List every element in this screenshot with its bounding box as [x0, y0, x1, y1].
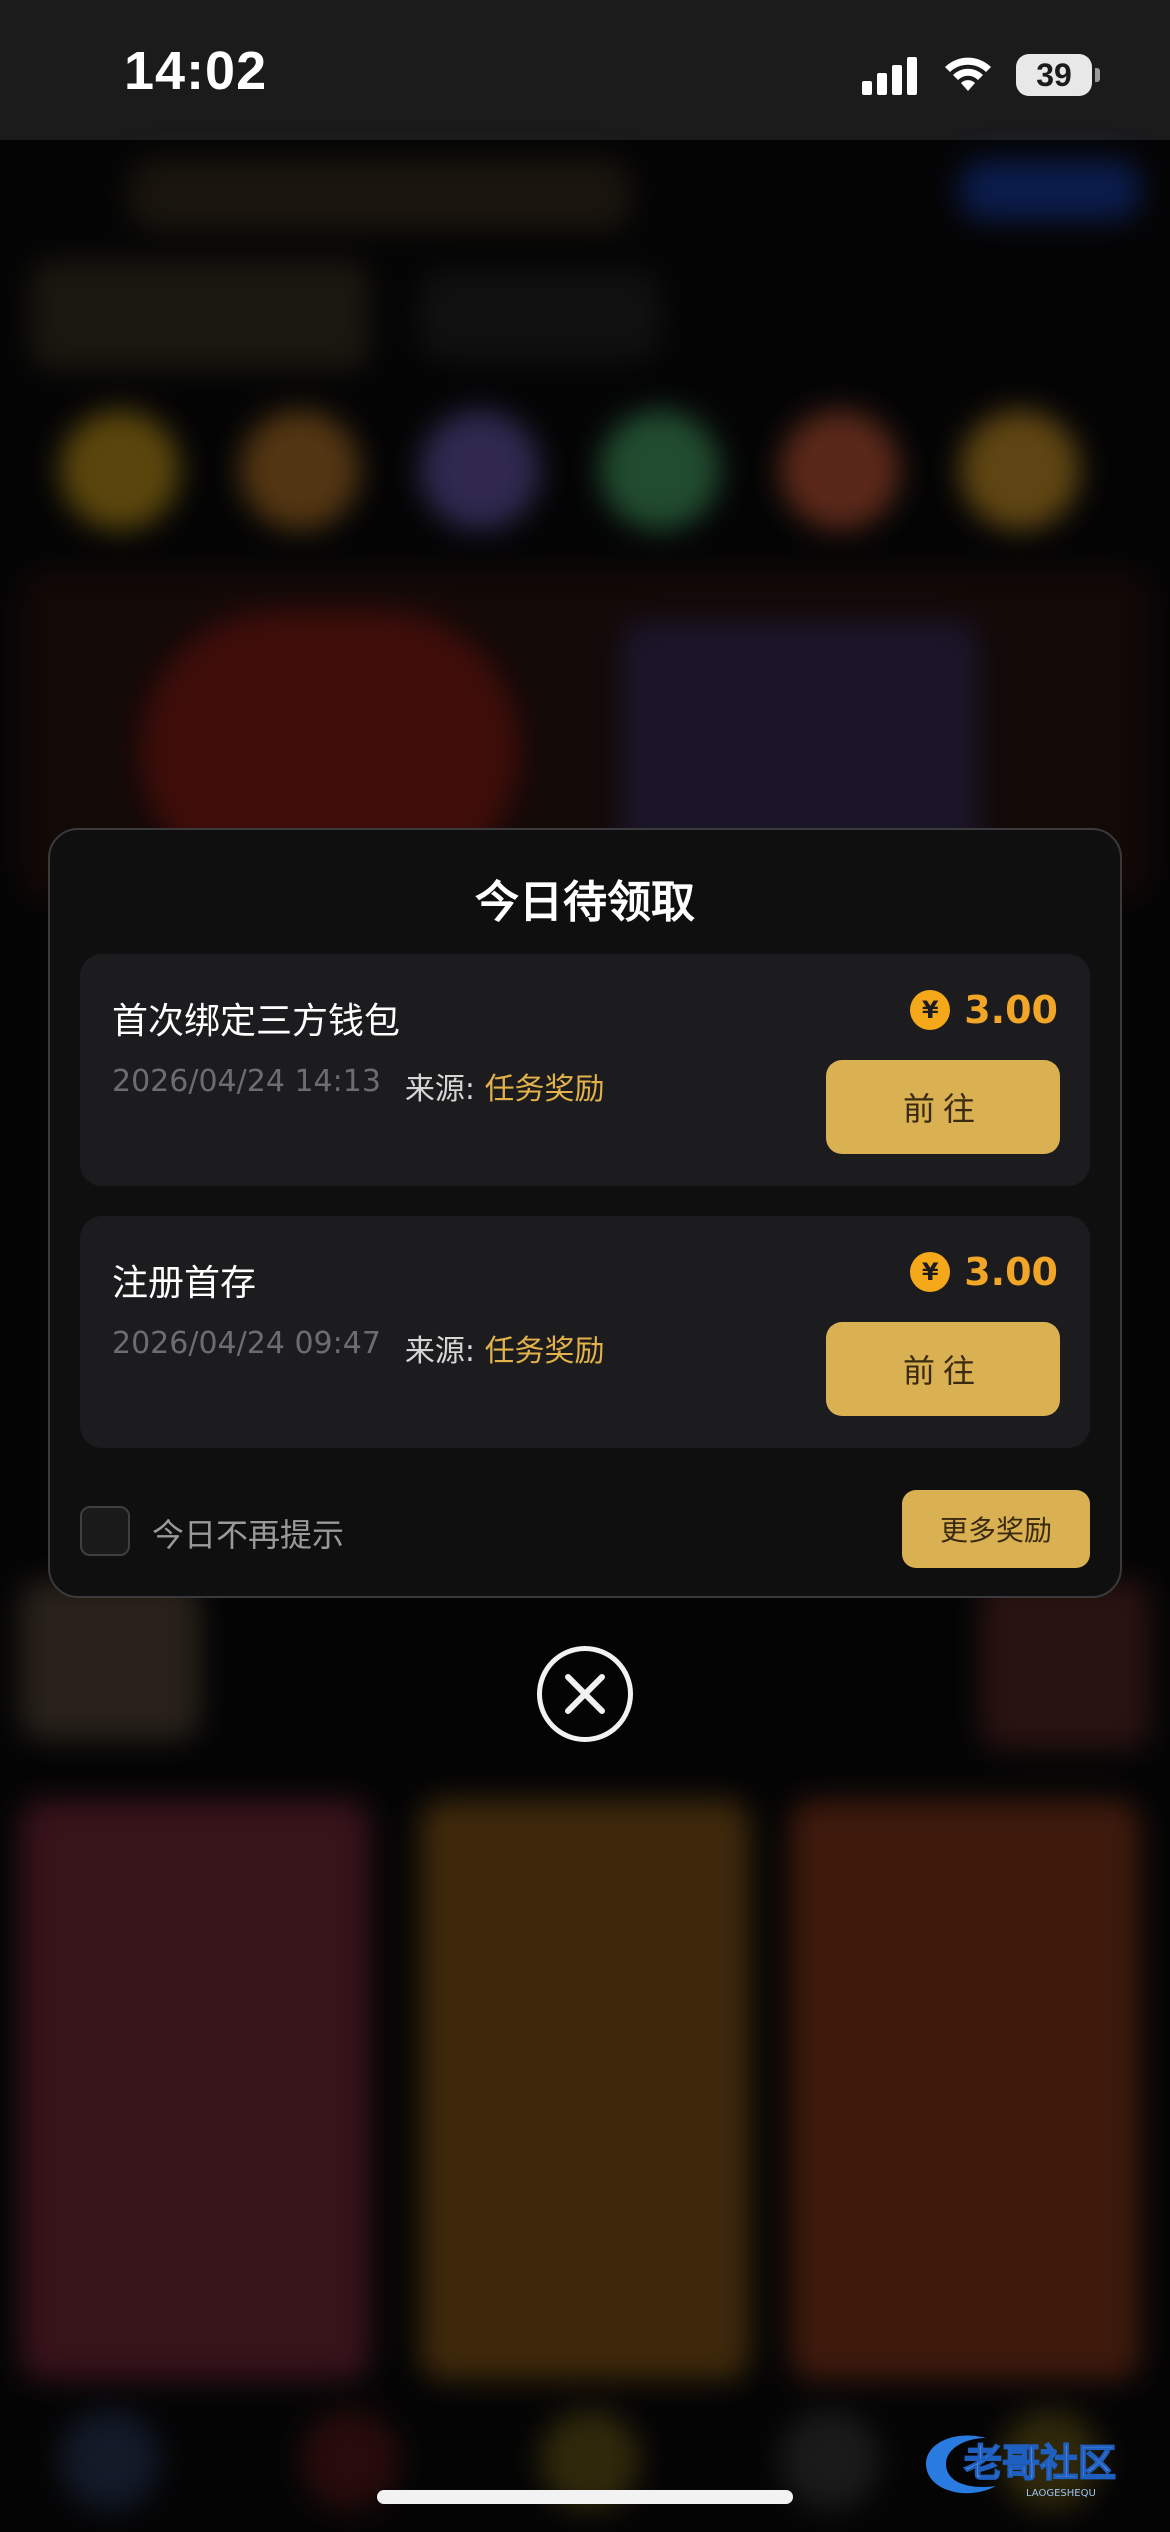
- wifi-icon: [945, 57, 991, 91]
- reward-source-label: 来源:: [404, 1072, 476, 1107]
- status-icons: 39: [860, 52, 1100, 98]
- dont-show-today-label[interactable]: 今日不再提示: [152, 1510, 344, 1556]
- battery-icon: 39: [1016, 54, 1100, 96]
- dont-show-today-checkbox[interactable]: [80, 1506, 130, 1556]
- close-icon: [565, 1674, 605, 1714]
- daily-rewards-modal: 今日待领取 首次绑定三方钱包 2026/04/24 14:13 来源: 任务奖励…: [48, 828, 1122, 1598]
- more-rewards-button[interactable]: 更多奖励: [902, 1490, 1090, 1568]
- svg-text:老哥社区: 老哥社区: [964, 2441, 1116, 2485]
- reward-card: 首次绑定三方钱包 2026/04/24 14:13 来源: 任务奖励 ¥ 3.0…: [80, 954, 1090, 1186]
- modal-title: 今日待领取: [475, 877, 695, 928]
- yuan-coin-icon: ¥: [910, 1252, 951, 1292]
- status-time: 14:02: [124, 41, 268, 101]
- reward-amount: ¥ 3.00: [910, 988, 1058, 1032]
- reward-source-label: 来源:: [404, 1334, 476, 1369]
- home-indicator[interactable]: [377, 2490, 793, 2504]
- signal-icon: [862, 57, 917, 95]
- reward-source: 来源: 任务奖励: [405, 1064, 605, 1108]
- close-modal-button[interactable]: [537, 1646, 633, 1742]
- svg-text:LAOGESHEQU: LAOGESHEQU: [1026, 2488, 1096, 2499]
- reward-source: 来源: 任务奖励: [405, 1326, 605, 1370]
- reward-card: 注册首存 2026/04/24 09:47 来源: 任务奖励 ¥ 3.00 前往: [80, 1216, 1090, 1448]
- reward-meta: 2026/04/24 09:47 来源: 任务奖励: [112, 1326, 605, 1370]
- reward-source-value: 任务奖励: [484, 1072, 605, 1107]
- reward-datetime: 2026/04/24 09:47: [112, 1326, 381, 1361]
- reward-title: 注册首存: [112, 1263, 257, 1304]
- reward-title: 首次绑定三方钱包: [112, 1001, 401, 1042]
- reward-datetime: 2026/04/24 14:13: [112, 1064, 381, 1099]
- go-button[interactable]: 前往: [826, 1060, 1060, 1154]
- reward-source-value: 任务奖励: [484, 1334, 605, 1369]
- reward-amount-value: 3.00: [964, 1250, 1058, 1294]
- battery-level: 39: [1036, 56, 1072, 93]
- go-button[interactable]: 前往: [826, 1322, 1060, 1416]
- yuan-coin-icon: ¥: [910, 990, 951, 1030]
- status-bar: 14:02 39: [0, 0, 1170, 140]
- modal-footer: 今日不再提示 更多奖励: [80, 1490, 1090, 1570]
- reward-meta: 2026/04/24 14:13 来源: 任务奖励: [112, 1064, 605, 1108]
- reward-amount: ¥ 3.00: [910, 1250, 1058, 1294]
- watermark-logo: 老哥社区 LAOGESHEQU: [916, 2424, 1156, 2504]
- reward-amount-value: 3.00: [964, 988, 1058, 1032]
